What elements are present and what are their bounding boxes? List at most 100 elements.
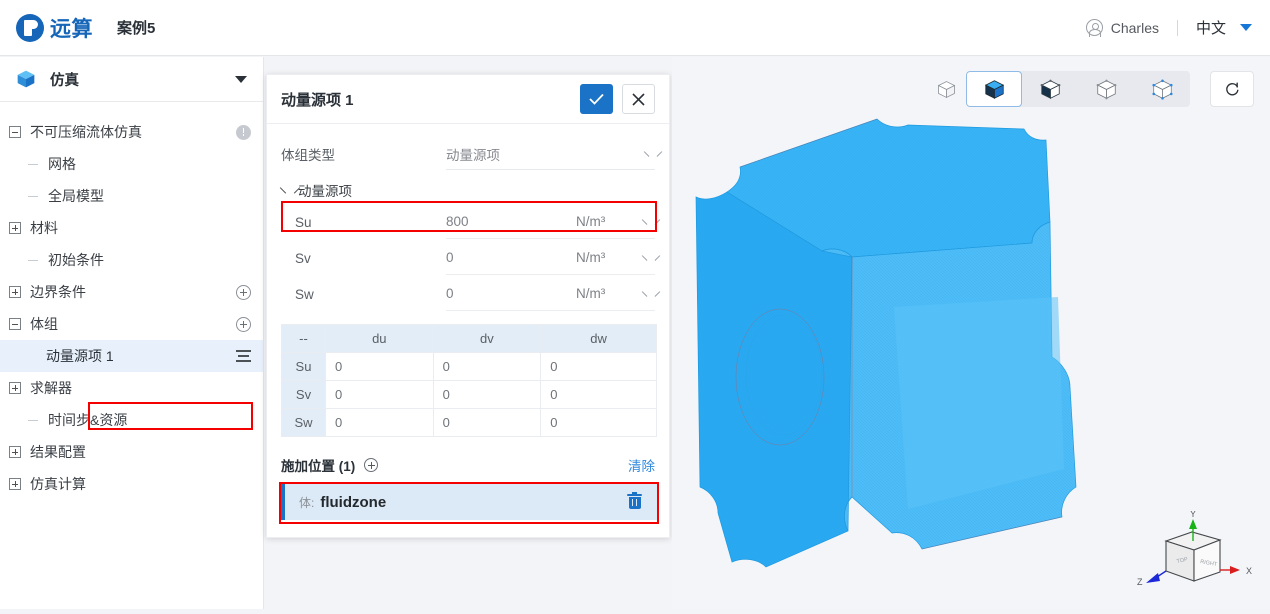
expand-toggle-icon[interactable] (0, 478, 30, 490)
chevron-down-icon (643, 253, 653, 263)
cube-icon (16, 69, 36, 89)
divider (1177, 20, 1178, 36)
user-avatar-icon (1086, 19, 1103, 36)
confirm-button[interactable] (580, 84, 613, 114)
tree-item-momentum-source-1[interactable]: 动量源项 1 (0, 340, 263, 372)
plus-circle-icon[interactable] (364, 458, 378, 472)
tree-item-timestep-resources[interactable]: 时间步&资源 (0, 404, 263, 436)
tree-item-run-simulation[interactable]: 仿真计算 (0, 468, 263, 500)
param-input-sv[interactable]: 0 (446, 241, 576, 275)
language-label[interactable]: 中文 (1196, 17, 1226, 38)
location-list-item[interactable]: 体: fluidzone (281, 484, 657, 520)
table-cell[interactable]: 0 (433, 381, 541, 409)
param-unit-select-sv[interactable]: N/m³ (576, 241, 655, 275)
tree-line (18, 420, 48, 421)
list-menu-icon[interactable] (236, 350, 251, 362)
location-name: fluidzone (320, 494, 386, 511)
tree-item-incompressible-flow[interactable]: 不可压缩流体仿真 (0, 116, 263, 148)
expand-toggle-icon[interactable] (0, 446, 30, 458)
panel-actions (580, 84, 655, 114)
expand-toggle-icon[interactable] (0, 222, 30, 234)
display-mode-solid-edges-button[interactable] (1022, 71, 1078, 107)
section-label: 动量源项 (298, 180, 352, 200)
warning-icon[interactable] (236, 125, 251, 140)
gizmo-axis-z-label: Z (1137, 577, 1143, 587)
param-value: 0 (446, 286, 454, 301)
table-header-row: -- du dv dw (282, 325, 657, 353)
table-cell[interactable]: 0 (326, 381, 434, 409)
chevron-down-icon (645, 149, 655, 159)
zone-type-select[interactable]: 动量源项 (446, 138, 655, 170)
param-input-su[interactable]: 800 (446, 205, 576, 239)
top-bar-right: Charles 中文 (1086, 17, 1252, 38)
apply-location-header: 施加位置 (1) 清除 (281, 455, 655, 475)
user-name[interactable]: Charles (1111, 20, 1159, 36)
tree-item-initial-conditions[interactable]: 初始条件 (0, 244, 263, 276)
trash-icon[interactable] (627, 494, 642, 510)
reset-view-button[interactable] (1210, 71, 1254, 107)
caret-down-icon[interactable] (1240, 24, 1252, 31)
sidebar-title: 仿真 (50, 69, 79, 90)
property-panel: 动量源项 1 体组类型 动量源项 (266, 74, 670, 538)
tree-item-solver[interactable]: 求解器 (0, 372, 263, 404)
table-cell[interactable]: 0 (433, 353, 541, 381)
orientation-gizmo[interactable]: TOP RIGHT Y X Z (1136, 511, 1256, 601)
param-name: Su (281, 215, 446, 230)
expand-toggle-icon[interactable] (0, 286, 30, 298)
param-input-sw[interactable]: 0 (446, 277, 576, 311)
tree-item-boundary-conditions[interactable]: 边界条件 (0, 276, 263, 308)
tree-item-mesh[interactable]: 网格 (0, 148, 263, 180)
tree-item-result-config[interactable]: 结果配置 (0, 436, 263, 468)
wireframe-cube-icon[interactable] (926, 71, 966, 107)
tree-item-label: 网格 (48, 154, 76, 174)
table-cell[interactable]: 0 (433, 409, 541, 437)
param-unit-select-sw[interactable]: N/m³ (576, 277, 655, 311)
zone-type-label: 体组类型 (281, 144, 446, 164)
param-name: Sw (281, 287, 446, 302)
display-mode-surface-edges-button[interactable] (1078, 71, 1134, 107)
table-cell[interactable]: 0 (541, 409, 657, 437)
tree-line (18, 196, 48, 197)
zone-type-value: 动量源项 (446, 144, 500, 164)
derivative-matrix-table: -- du dv dw Su 0 0 0 Sv 0 0 0 Sw 0 0 0 (281, 324, 657, 437)
expand-toggle-icon[interactable] (0, 382, 30, 394)
display-mode-group (966, 71, 1190, 107)
display-mode-solid-button[interactable] (966, 71, 1022, 107)
viewport-3d[interactable]: TOP RIGHT Y X Z (672, 57, 1270, 609)
tree-item-material[interactable]: 材料 (0, 212, 263, 244)
tree-item-label: 全局模型 (48, 186, 104, 206)
param-value: 800 (446, 214, 469, 229)
tree-item-label: 时间步&资源 (48, 410, 127, 430)
yuansuan-logo-icon (16, 14, 44, 42)
panel-header: 动量源项 1 (267, 75, 669, 124)
clear-link[interactable]: 清除 (628, 455, 655, 475)
plus-circle-icon[interactable] (236, 285, 251, 300)
chevron-down-icon (643, 289, 653, 299)
tree-item-global-model[interactable]: 全局模型 (0, 180, 263, 212)
brand[interactable]: 远算 (16, 13, 93, 43)
param-name: Sv (281, 251, 446, 266)
table-row: Sw 0 0 0 (282, 409, 657, 437)
param-row-su: Su 800 N/m³ (281, 204, 655, 240)
sidebar-header[interactable]: 仿真 (0, 57, 263, 102)
sidebar: 仿真 不可压缩流体仿真 网格 全局模型 材料 初始条件 (0, 57, 264, 609)
tree-item-cell-zones[interactable]: 体组 (0, 308, 263, 340)
table-cell[interactable]: 0 (326, 409, 434, 437)
momentum-source-section-header[interactable]: 动量源项 (281, 176, 655, 204)
case-name: 案例5 (117, 17, 155, 38)
table-cell[interactable]: 0 (326, 353, 434, 381)
cancel-button[interactable] (622, 84, 655, 114)
table-cell[interactable]: 0 (541, 381, 657, 409)
top-bar: 远算 案例5 Charles 中文 (0, 0, 1270, 56)
caret-down-icon[interactable] (235, 76, 247, 83)
plus-circle-icon[interactable] (236, 317, 251, 332)
collapse-toggle-icon[interactable] (0, 318, 30, 330)
param-unit-select-su[interactable]: N/m³ (576, 205, 655, 239)
display-mode-wireframe-points-button[interactable] (1134, 71, 1190, 107)
param-unit: N/m³ (576, 214, 605, 229)
tree-item-label: 求解器 (30, 378, 72, 398)
tree-item-label: 体组 (30, 314, 58, 334)
table-cell[interactable]: 0 (541, 353, 657, 381)
collapse-toggle-icon[interactable] (0, 126, 30, 138)
tree-item-label: 结果配置 (30, 442, 86, 462)
